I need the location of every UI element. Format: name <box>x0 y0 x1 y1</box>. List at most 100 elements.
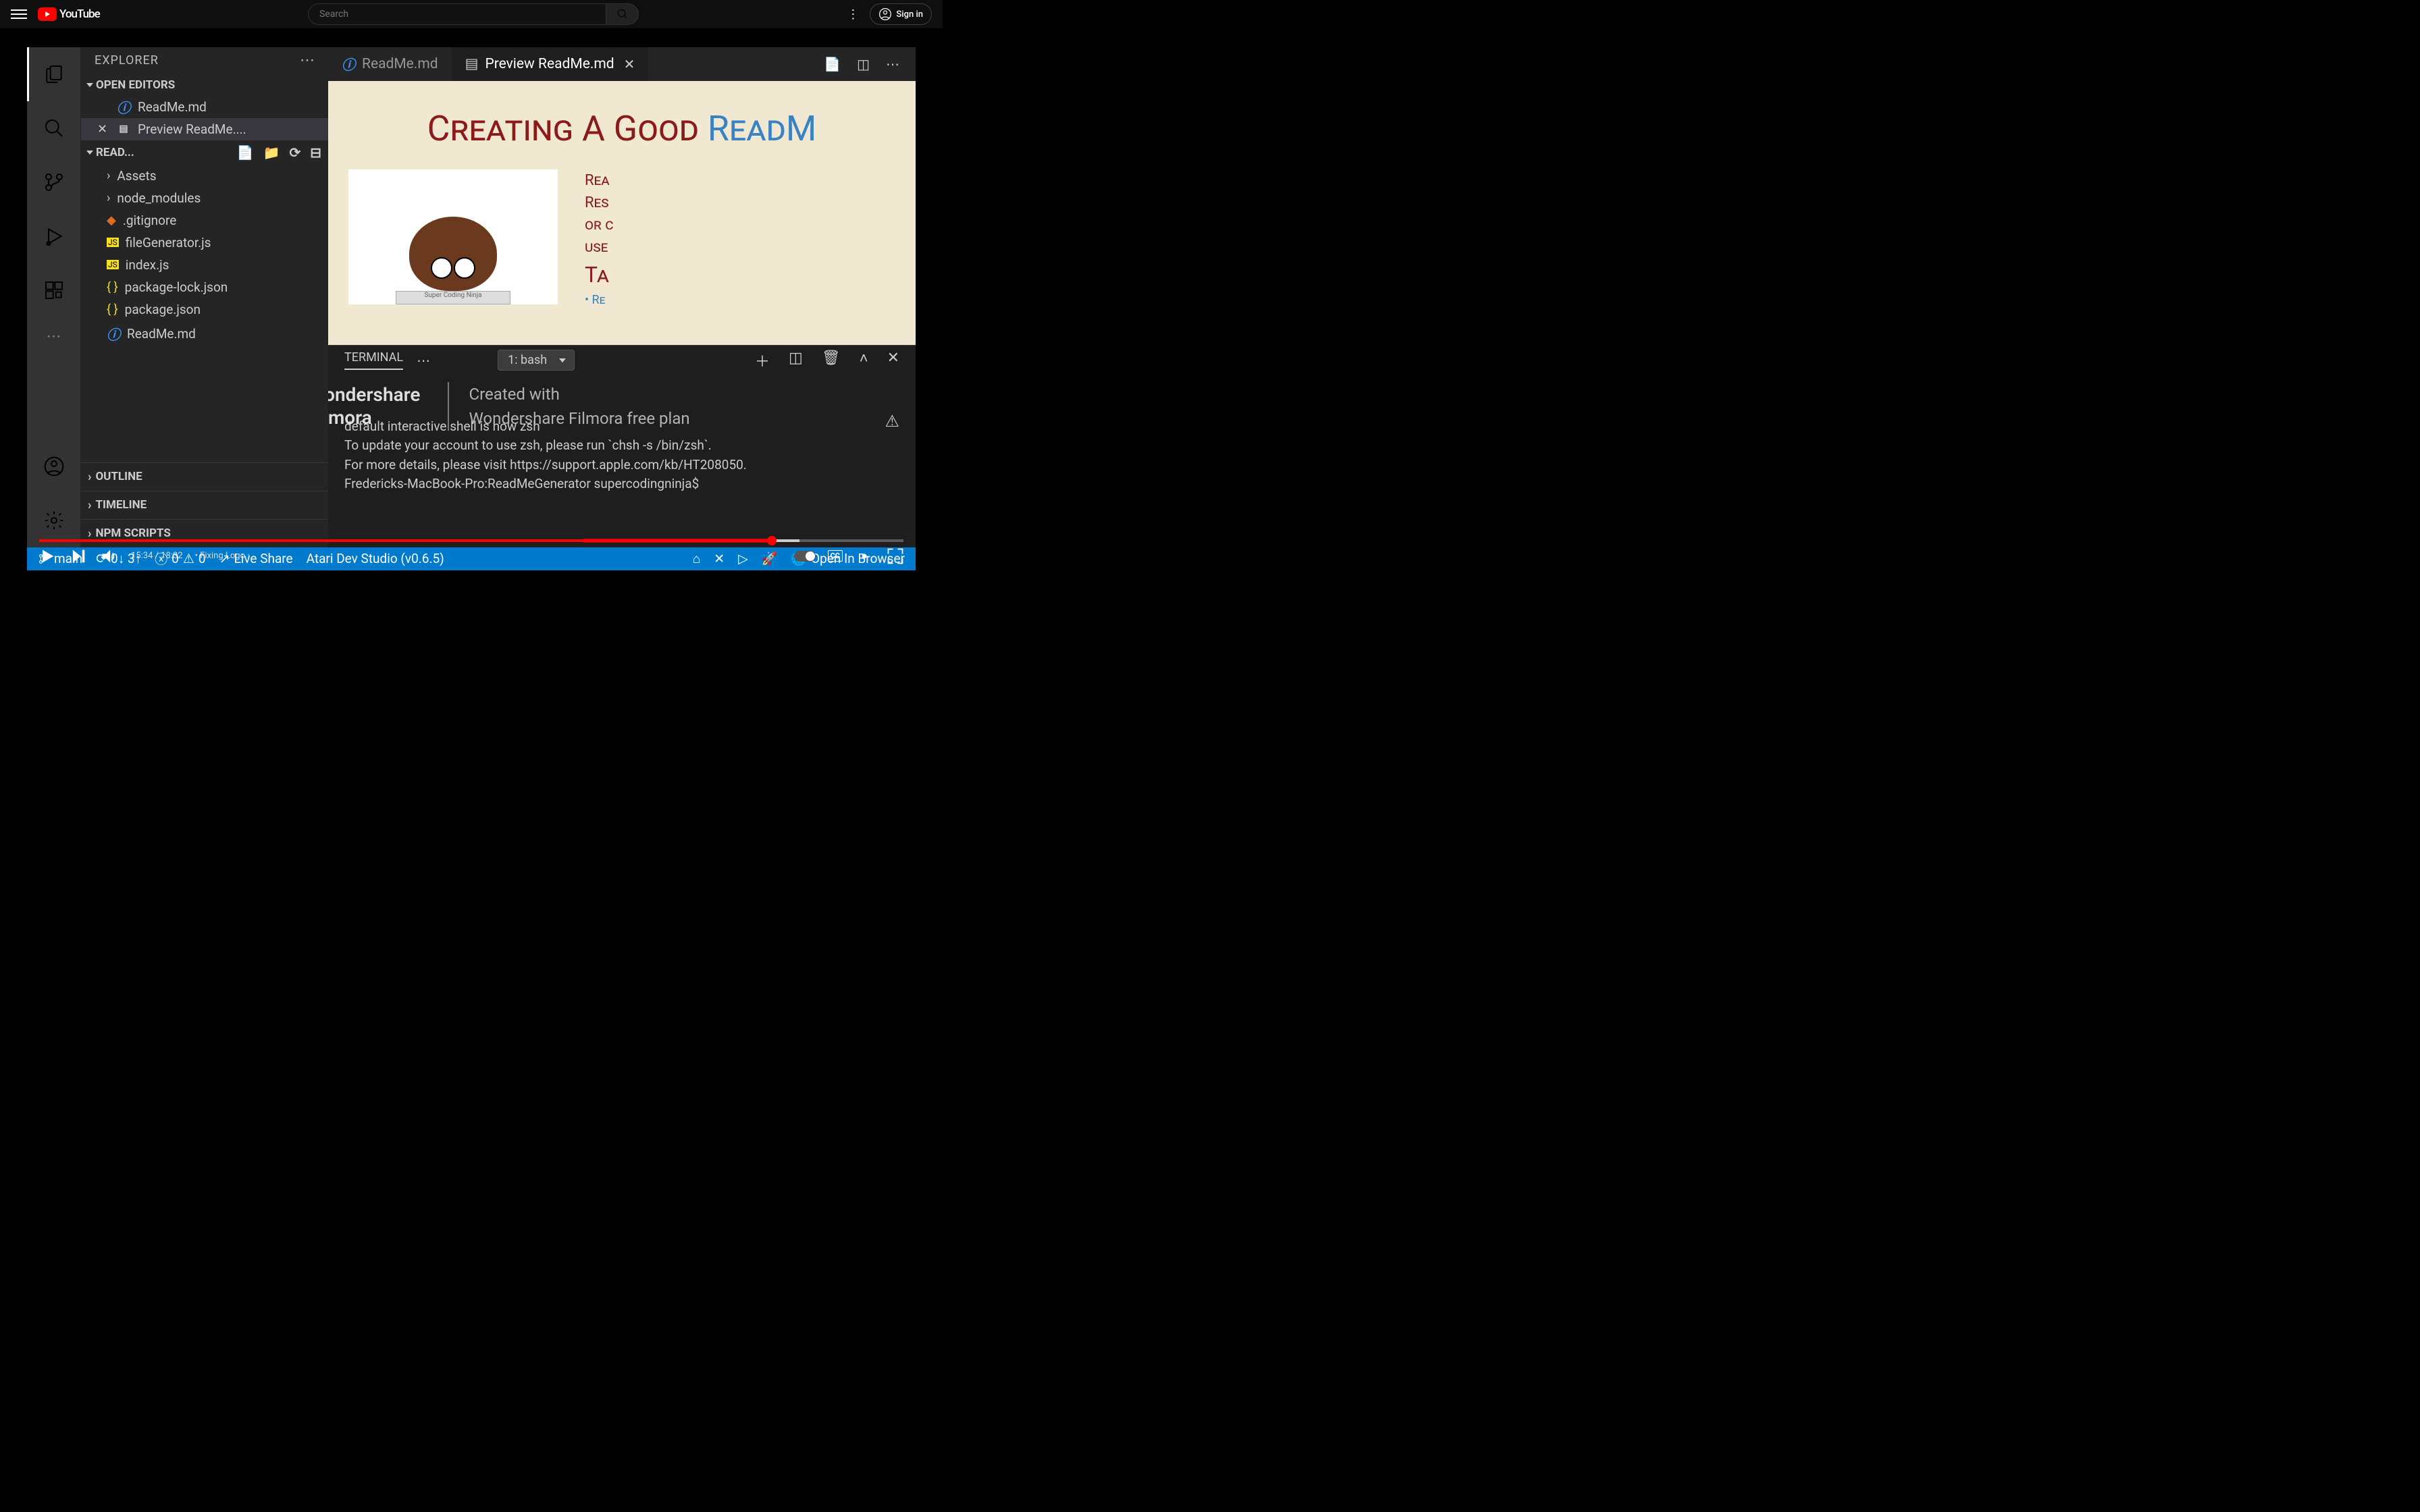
activity-extensions[interactable] <box>27 263 80 317</box>
file-tree-item[interactable]: ◆.gitignore <box>81 209 328 232</box>
extensions-icon <box>43 279 65 301</box>
side-line: use <box>585 236 614 259</box>
terminal-prompt: Fredericks-MacBook-Pro:ReadMeGenerator s… <box>344 475 899 494</box>
split-editor-icon[interactable]: ◫ <box>857 56 870 72</box>
open-editor-item[interactable]: ✕ ▤ Preview ReadMe.... <box>81 118 328 140</box>
open-editor-name: ReadMe.md <box>138 99 207 115</box>
autoplay-toggle[interactable] <box>794 551 816 562</box>
next-button[interactable] <box>69 547 88 566</box>
timeline-header[interactable]: ›TIMELINE <box>81 491 328 519</box>
signin-button[interactable]: Sign in <box>870 3 932 25</box>
avatar-laptop: Super Coding Ninja <box>396 291 510 304</box>
file-tree-item[interactable]: ⓘReadMe.md <box>81 321 328 347</box>
file-tree-item[interactable]: › node_modules <box>81 187 328 209</box>
activity-explorer[interactable] <box>27 47 80 101</box>
debug-icon <box>43 225 65 247</box>
terminal-body[interactable]: WondershareFilmora Created with Wondersh… <box>328 375 916 547</box>
youtube-logo-text: YouTube <box>59 7 100 21</box>
avatar-head <box>409 217 497 291</box>
side-line: Res <box>585 192 614 214</box>
open-editor-item[interactable]: ⓘ ReadMe.md <box>81 96 328 118</box>
file-name: package.json <box>125 302 201 317</box>
search-button[interactable] <box>606 3 639 25</box>
editor-tab[interactable]: ⓘ ReadMe.md <box>328 47 452 81</box>
file-tree-item[interactable]: JSfileGenerator.js <box>81 232 328 254</box>
editor-tabs: ⓘ ReadMe.md ▤ Preview ReadMe.md ✕ 📄 ◫ ⋯ <box>328 47 916 81</box>
captions-button[interactable]: CC <box>828 550 843 562</box>
activity-account[interactable] <box>27 439 80 493</box>
settings-dots-icon[interactable]: ⋮ <box>847 7 859 22</box>
project-label: READ... <box>96 146 134 159</box>
file-tree-item[interactable]: ›Assets <box>81 165 328 187</box>
explorer-sidebar: EXPLORER ⋯ OPEN EDITORS ⓘ ReadMe.md <box>81 47 328 547</box>
youtube-logo[interactable]: YouTube <box>38 7 100 21</box>
open-editors-label: OPEN EDITORS <box>96 78 175 92</box>
outline-header[interactable]: ›OUTLINE <box>81 462 328 491</box>
time-display: 15:34 / 18:32 <box>131 551 183 561</box>
file-tree-item[interactable]: { }package-lock.json <box>81 276 328 298</box>
new-folder-icon[interactable]: 📁 <box>263 144 280 161</box>
theater-mode-button[interactable] <box>886 547 905 566</box>
terminal-more-icon[interactable]: ⋯ <box>417 352 430 369</box>
close-panel-icon[interactable]: ✕ <box>887 350 899 371</box>
activity-overflow[interactable]: ⋯ <box>27 317 80 356</box>
account-icon <box>43 456 65 477</box>
editor-tab[interactable]: ▤ Preview ReadMe.md ✕ <box>452 47 649 81</box>
markdown-preview: Creating A Good ReadM Super Coding Ninja… <box>328 81 916 345</box>
project-header[interactable]: READ... 📄 📁 ⟳ ⊟ <box>81 140 328 165</box>
open-editor-name: Preview ReadMe.... <box>138 122 246 137</box>
collapse-icon[interactable]: ⊟ <box>310 144 321 161</box>
chevron-right-icon: › <box>88 526 91 541</box>
maximize-panel-icon[interactable]: ˄ <box>860 350 868 371</box>
activity-search[interactable] <box>27 101 80 155</box>
terminal-shell-select[interactable]: 1: bash <box>498 350 575 371</box>
preview-image: Super Coding Ninja <box>348 169 558 304</box>
created-with-label: Created with <box>469 382 690 406</box>
file-name: node_modules <box>117 190 201 206</box>
kill-terminal-icon[interactable]: 🗑 <box>822 350 841 371</box>
activity-scm[interactable] <box>27 155 80 209</box>
more-actions-icon[interactable]: ⋯ <box>886 56 899 72</box>
search-input[interactable] <box>308 3 606 25</box>
open-editors-header[interactable]: OPEN EDITORS <box>81 74 328 96</box>
settings-button[interactable] <box>855 547 874 566</box>
chapter-indicator[interactable]: • Fixing Logo › <box>195 551 251 561</box>
file-name: index.js <box>126 257 169 273</box>
preview-icon: ▤ <box>465 55 479 72</box>
file-tree-item[interactable]: { }package.json <box>81 298 328 321</box>
file-tree-item[interactable]: JSindex.js <box>81 254 328 276</box>
split-terminal-icon[interactable]: ◫ <box>789 350 803 371</box>
play-button[interactable] <box>38 547 57 566</box>
side-heading: Ta <box>585 259 614 291</box>
activity-debug[interactable] <box>27 209 80 263</box>
new-file-icon[interactable]: 📄 <box>237 144 254 161</box>
chevron-right-icon: › <box>88 498 91 512</box>
tab-label: Preview ReadMe.md <box>485 56 614 72</box>
close-icon[interactable]: ✕ <box>97 122 109 136</box>
signin-label: Sign in <box>896 9 923 20</box>
youtube-play-icon <box>38 7 57 21</box>
branch-icon <box>43 171 65 193</box>
sidebar-more-icon[interactable]: ⋯ <box>300 52 315 69</box>
open-file-icon[interactable]: 📄 <box>824 56 841 72</box>
close-icon[interactable]: ✕ <box>624 56 635 72</box>
search-icon <box>43 117 65 139</box>
volume-button[interactable] <box>100 547 119 566</box>
activity-bar: ⋯ <box>27 47 81 547</box>
player-controls: 15:34 / 18:32 • Fixing Logo › CC <box>27 542 916 570</box>
json-icon: { } <box>107 280 118 294</box>
refresh-icon[interactable]: ⟳ <box>289 144 300 161</box>
plan-label: Wondershare Filmora free plan <box>469 406 690 431</box>
watermark: WondershareFilmora Created with Wondersh… <box>328 382 916 431</box>
chevron-right-icon: › <box>107 191 110 205</box>
terminal-tab[interactable]: TERMINAL <box>344 350 403 370</box>
chevron-down-icon <box>86 83 93 87</box>
files-icon <box>43 63 65 85</box>
new-terminal-icon[interactable]: ＋ <box>755 350 770 371</box>
info-icon: ⓘ <box>342 54 355 74</box>
preview-title: Creating A Good ReadM <box>348 108 895 149</box>
info-icon: ⓘ <box>107 324 120 344</box>
preview-side-text: Rea Res or c use Ta • Re <box>585 169 614 309</box>
total-time: 18:32 <box>161 551 182 561</box>
hamburger-menu-icon[interactable] <box>11 6 27 22</box>
